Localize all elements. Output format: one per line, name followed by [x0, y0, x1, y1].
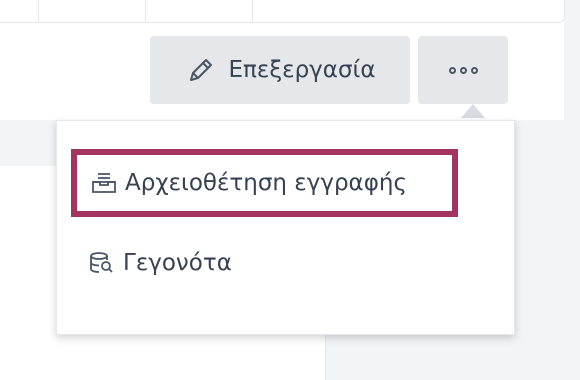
grid-divider [38, 0, 39, 22]
events-search-icon [87, 251, 117, 275]
table-grid [0, 0, 565, 23]
more-dots-icon [448, 66, 478, 74]
edit-button[interactable]: Επεξεργασία [150, 36, 410, 104]
menu-item-events[interactable]: Γεγονότα [87, 243, 232, 283]
actions-dropdown-menu: Αρχειοθέτηση εγγραφής Γεγονότα [56, 120, 515, 335]
menu-item-archive-record[interactable]: Αρχειοθέτηση εγγραφής [71, 149, 458, 217]
grid-divider [252, 0, 253, 22]
edit-button-label: Επεξεργασία [228, 57, 376, 83]
menu-item-label: Αρχειοθέτηση εγγραφής [125, 170, 407, 196]
grid-divider [145, 0, 146, 22]
archive-icon [89, 171, 119, 195]
menu-pointer [461, 104, 485, 118]
pencil-icon [185, 54, 217, 86]
menu-item-label: Γεγονότα [123, 250, 232, 276]
more-actions-button[interactable] [418, 36, 508, 104]
